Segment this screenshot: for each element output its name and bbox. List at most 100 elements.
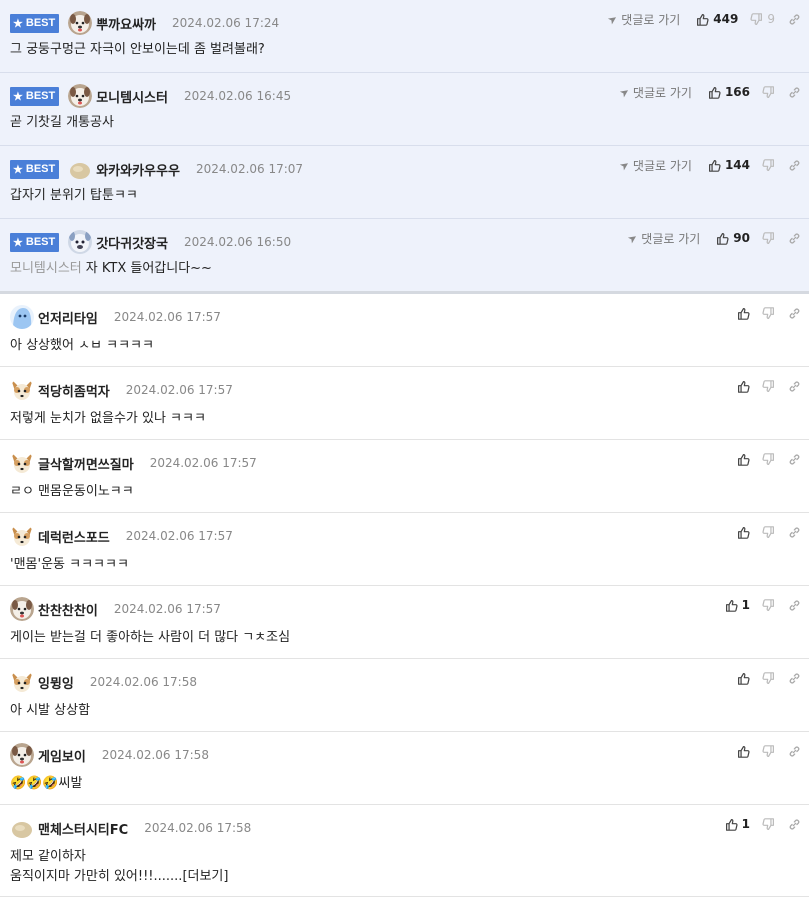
comment-date: 2024.02.06 17:58 [144,821,252,835]
nickname[interactable]: 맨체스터시티FC [38,819,128,838]
chihuahua-icon[interactable] [10,451,34,475]
thumbs-down-icon [762,379,775,393]
link-icon[interactable] [788,13,801,26]
nickname[interactable]: 찬찬찬찬이 [38,600,98,619]
nickname[interactable]: 갓다귀갓장국 [96,233,168,252]
comment: 적당히좀먹자 2024.02.06 17:57 저렇게 눈치가 없을수가 있나 ㅋㅋ… [0,367,809,440]
downvote-button[interactable] [762,744,775,758]
downvote-button[interactable]: 9 [750,12,775,26]
link-icon[interactable] [788,86,801,99]
reply-label: 댓글로 가기 [632,158,692,173]
comment-date: 2024.02.06 16:50 [183,235,292,249]
chihuahua-icon[interactable] [10,524,34,548]
comment-actions: ➤ 댓글로 가기 449 9 [605,10,801,28]
upvote-button[interactable] [737,672,750,685]
link-icon[interactable] [788,307,801,320]
dog-white-icon[interactable] [10,597,34,621]
comment-date: 2024.02.06 17:07 [195,162,304,176]
nickname[interactable]: 게임보이 [38,746,86,765]
downvote-button[interactable] [762,306,775,320]
downvote-button[interactable] [762,379,775,393]
nickname[interactable]: 와카와카우우우 [96,160,180,179]
link-icon[interactable] [788,599,801,612]
thumbs-up-icon [737,307,750,320]
upvote-button[interactable] [737,453,750,466]
downvote-button[interactable] [762,452,775,466]
comment-body: 제모 같이하자 움직이지마 가만히 있어!!!.......[더보기] [10,847,228,887]
upvote-button[interactable]: 1 [725,817,750,831]
thumbs-up-icon [737,672,750,685]
potato-icon[interactable] [68,157,92,181]
link-icon[interactable] [788,232,801,245]
nickname[interactable]: 글삭할꺼면쓰질마 [38,454,134,473]
comment-body: ㄹㅇ 맨몸운동이노ㅋㅋ [10,482,134,502]
comment: 게임보이 2024.02.06 17:58 🤣🤣🤣씨발 [0,732,809,805]
link-icon[interactable] [788,818,801,831]
star-icon: ★ [13,236,23,249]
dog-white-icon[interactable] [10,743,34,767]
thumbs-down-icon [762,306,775,320]
comment-text: 🤣🤣🤣씨발 [10,776,83,791]
comment-body: 저렇게 눈치가 없을수가 있나 ㅋㅋㅋ [10,409,206,429]
go-to-reply-link[interactable]: ➤ 댓글로 가기 [625,230,700,247]
send-arrow-icon: ➤ [616,157,632,173]
upvote-button[interactable] [737,745,750,758]
more-link[interactable]: [더보기] [182,869,228,884]
dog-white-icon[interactable] [68,84,93,108]
comment-date: 2024.02.06 17:24 [172,16,280,30]
comment-text-line2: 움직이지마 가만히 있어!!!....... [10,869,183,884]
nickname[interactable]: 데럭런스포드 [38,527,110,546]
downvote-button[interactable] [762,671,775,685]
comment-header: ★ BEST 뿌까요싸까 2024.02.06 17:24 [10,11,280,35]
link-icon[interactable] [788,159,801,172]
comment-header: 언저리타임 2024.02.06 17:57 [10,305,221,329]
upvote-button[interactable]: 166 [708,85,750,99]
downvote-button[interactable] [762,598,775,612]
upvote-button[interactable] [737,526,750,539]
mention[interactable]: 모니템시스터 [10,261,82,276]
link-icon[interactable] [788,453,801,466]
link-icon[interactable] [788,526,801,539]
comment-text: 게이는 받는걸 더 좋아하는 사람이 더 많다 ㄱㅊ조심 [10,630,291,645]
go-to-reply-link[interactable]: ➤ 댓글로 가기 [617,84,692,101]
downvote-button[interactable] [762,817,775,831]
comment-actions: 1 [725,815,801,833]
go-to-reply-link[interactable]: ➤ 댓글로 가기 [605,11,680,28]
downvote-button[interactable] [762,231,775,245]
upvote-button[interactable] [737,307,750,320]
upvote-button[interactable]: 144 [708,158,750,172]
potato-icon[interactable] [10,816,34,840]
upvote-button[interactable] [737,380,750,393]
dog-white-icon[interactable] [68,11,93,35]
upvote-button[interactable]: 449 [696,12,738,26]
chihuahua-icon[interactable] [10,378,34,402]
upvote-button[interactable]: 90 [716,231,750,245]
nickname[interactable]: 언저리타임 [38,308,98,327]
comment-actions: 1 [725,596,801,614]
downvote-button[interactable] [762,85,775,99]
nickname[interactable]: 잉뮝잉 [38,673,74,692]
link-icon[interactable] [788,745,801,758]
nickname[interactable]: 뿌까요싸까 [96,14,156,33]
chihuahua-icon[interactable] [10,670,34,694]
star-icon: ★ [13,90,23,103]
upvote-button[interactable]: 1 [725,598,750,612]
best-comment: ★ BEST 와카와카우우우 2024.02.06 17:07 ➤ 댓글로 가기 144 갑자… [0,146,809,219]
thumbs-down-icon [750,12,763,26]
nickname[interactable]: 적당히좀먹자 [38,381,110,400]
link-icon[interactable] [788,380,801,393]
downvote-button[interactable] [762,525,775,539]
go-to-reply-link[interactable]: ➤ 댓글로 가기 [616,157,692,174]
comment-date: 2024.02.06 17:58 [101,748,209,762]
ghost-dog-icon[interactable] [68,230,93,254]
nickname[interactable]: 모니템시스터 [96,87,168,106]
downvote-button[interactable] [762,158,775,172]
comment-body: 모니템시스터 자 KTX 들어갑니다~~ [10,259,212,279]
thumbs-down-icon [762,598,775,612]
thumbs-up-icon [708,159,721,172]
thumbs-up-icon [725,818,738,831]
upvote-count: 1 [741,598,750,612]
blue-blob-icon[interactable] [10,305,34,329]
link-icon[interactable] [788,672,801,685]
comment-actions: ➤ 댓글로 가기 90 [625,229,801,247]
